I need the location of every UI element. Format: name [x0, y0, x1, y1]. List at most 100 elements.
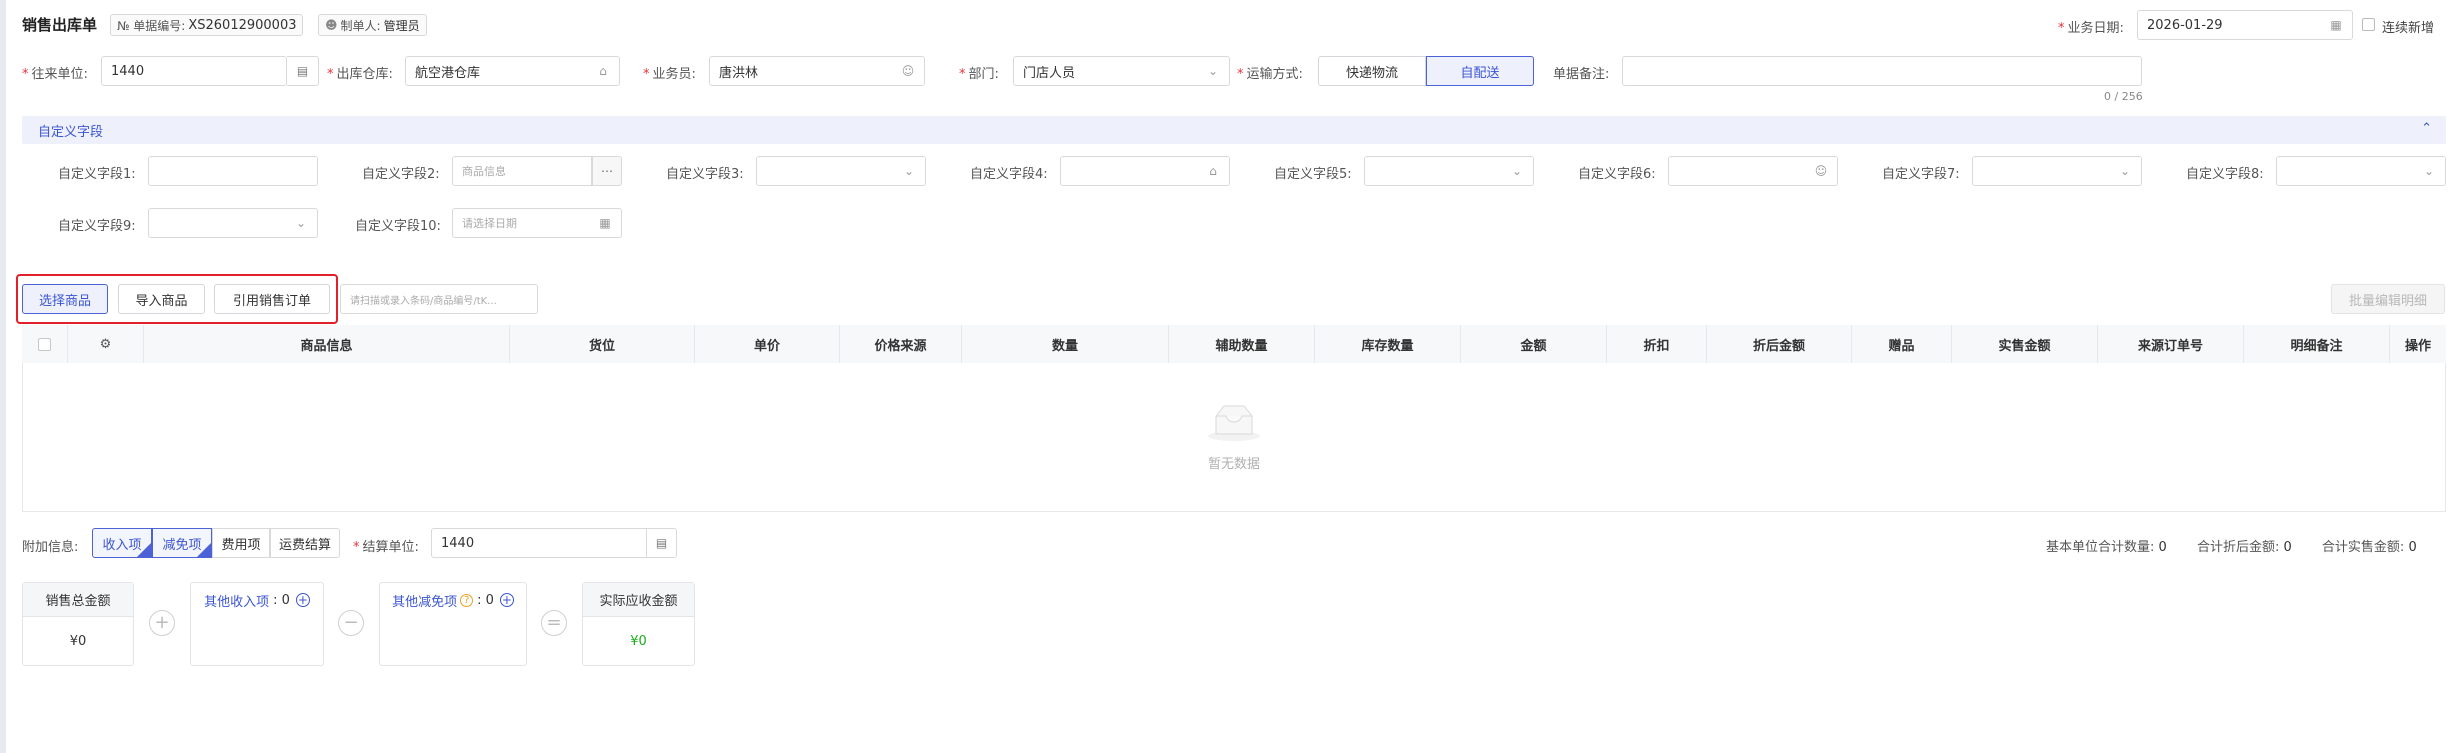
custom-field-5-select[interactable]: ⌄: [1364, 156, 1534, 186]
salesman-value: 唐洪林: [719, 65, 759, 81]
chevron-down-icon: ⌄: [1511, 164, 1523, 178]
batch-edit-button[interactable]: 批量编辑明细: [2331, 284, 2445, 314]
biz-date-label: * 业务日期:: [2058, 21, 2124, 36]
remark-input[interactable]: [1622, 56, 2142, 86]
remark-char-count: 0 / 256: [2104, 90, 2143, 103]
creator-label: 制单人:: [340, 18, 381, 33]
warehouse-label: * 出库仓库:: [327, 67, 393, 82]
settle-select-button[interactable]: ▤: [647, 528, 677, 558]
tab-freight[interactable]: 运费结算: [270, 528, 340, 558]
other-income-card: 其他收入项 : 0 +: [190, 582, 324, 666]
custom-section-title: 自定义字段: [38, 124, 104, 140]
remark-label: 单据备注:: [1553, 67, 1610, 82]
transport-express-button[interactable]: 快递物流: [1318, 56, 1426, 86]
warehouse-icon: ⌂: [599, 64, 607, 78]
dept-select[interactable]: 门店人员 ⌄: [1013, 56, 1230, 86]
actual-receivable-label: 实际应收金额: [583, 583, 694, 617]
custom-field-10-label: 自定义字段10:: [355, 219, 441, 234]
scan-input[interactable]: 请扫描或录入条码/商品编号/tK...: [340, 284, 538, 314]
custom-field-10-date[interactable]: 请选择日期 ▦: [452, 208, 622, 238]
extra-info-label: 附加信息:: [22, 540, 79, 555]
add-income-icon[interactable]: +: [295, 593, 310, 607]
col-stock-quantity: 库存数量: [1315, 325, 1461, 363]
settle-unit-input[interactable]: 1440: [431, 528, 647, 558]
person-icon: ☺: [901, 64, 915, 78]
custom-section-header[interactable]: 自定义字段 ⌃: [22, 116, 2446, 144]
salesman-label: * 业务员:: [643, 67, 696, 82]
custom-field-2-input[interactable]: 商品信息: [452, 156, 592, 186]
custom-field-2-placeholder: 商品信息: [462, 165, 506, 178]
plus-icon: +: [149, 610, 175, 636]
col-actual-amount: 实售金额: [1952, 325, 2098, 363]
other-deduction-header: 其他减免项 ? : 0 +: [380, 583, 526, 617]
other-deduction-label: 其他减免项: [392, 594, 458, 610]
ellipsis-icon: ⋯: [601, 164, 613, 178]
calendar-icon: ▦: [2330, 18, 2342, 32]
creator-badge: ☻ 制单人: 管理员: [318, 14, 427, 36]
custom-field-6-input[interactable]: ☺: [1668, 156, 1838, 186]
custom-field-1-label: 自定义字段1:: [58, 167, 136, 182]
user-icon: ☻: [325, 18, 338, 32]
page-title: 销售出库单: [22, 16, 98, 34]
custom-field-8-select[interactable]: ⌄: [2276, 156, 2446, 186]
other-income-value: : 0: [273, 592, 290, 608]
chevron-down-icon: ⌄: [1207, 64, 1219, 78]
left-border: [0, 0, 6, 753]
actual-total-label: 合计实售金额:: [2321, 540, 2405, 555]
other-deduction-value: : 0: [477, 592, 494, 608]
tab-income[interactable]: 收入项: [92, 528, 152, 558]
equals-icon: =: [541, 610, 567, 636]
collapse-icon[interactable]: ⌃: [2421, 121, 2432, 136]
tab-expense[interactable]: 费用项: [212, 528, 270, 558]
custom-field-6-label: 自定义字段6:: [1578, 167, 1656, 182]
document-icon: ▤: [296, 64, 309, 78]
discount-total-label: 合计折后金额:: [2196, 540, 2280, 555]
custom-field-1-input[interactable]: [148, 156, 318, 186]
custom-field-5-label: 自定义字段5:: [1274, 167, 1352, 182]
person-icon: ☺: [1814, 164, 1828, 178]
col-goods-info: 商品信息: [144, 325, 510, 363]
col-action: 操作: [2390, 325, 2446, 363]
ref-sales-order-button[interactable]: 引用销售订单: [214, 284, 330, 314]
custom-field-2-label: 自定义字段2:: [362, 167, 440, 182]
col-gift: 赠品: [1852, 325, 1952, 363]
partner-input[interactable]: 1440: [101, 56, 287, 86]
salesman-input[interactable]: 唐洪林 ☺: [709, 56, 925, 86]
sales-total-card: 销售总金额 ¥0: [22, 582, 134, 666]
settle-unit-value: 1440: [441, 535, 475, 551]
custom-field-4-input[interactable]: ⌂: [1060, 156, 1230, 186]
custom-field-3-label: 自定义字段3:: [666, 167, 744, 182]
add-deduction-icon[interactable]: +: [499, 593, 514, 607]
col-line-remark: 明细备注: [2244, 325, 2390, 363]
settle-unit-label: * 结算单位:: [353, 540, 419, 555]
custom-field-3-select[interactable]: ⌄: [756, 156, 926, 186]
custom-field-9-select[interactable]: ⌄: [148, 208, 318, 238]
transport-self-delivery-button[interactable]: 自配送: [1426, 56, 1534, 86]
sales-outbound-form: 销售出库单 № 单据编号: XS26012900003 ☻ 制单人: 管理员 *…: [0, 0, 2462, 753]
warehouse-icon: ⌂: [1209, 164, 1217, 178]
more-button[interactable]: ⋯: [592, 156, 622, 186]
custom-field-4-label: 自定义字段4:: [970, 167, 1048, 182]
chevron-down-icon: ⌄: [2119, 164, 2131, 178]
col-price-source: 价格来源: [840, 325, 962, 363]
warehouse-input[interactable]: 航空港仓库 ⌂: [405, 56, 620, 86]
partner-select-button[interactable]: ▤: [287, 56, 319, 86]
scan-placeholder: 请扫描或录入条码/商品编号/tK...: [350, 295, 497, 307]
actual-receivable-card: 实际应收金额 ¥0: [582, 582, 695, 666]
transport-label: * 运输方式:: [1237, 67, 1303, 82]
tab-deduction[interactable]: 减免项: [152, 528, 212, 558]
doc-no-value: XS26012900003: [188, 17, 297, 33]
other-deduction-card: 其他减免项 ? : 0 +: [379, 582, 527, 666]
custom-field-7-select[interactable]: ⌄: [1972, 156, 2142, 186]
import-goods-button[interactable]: 导入商品: [118, 284, 205, 314]
continuous-add-checkbox[interactable]: [2362, 18, 2375, 31]
document-icon: ▤: [655, 536, 668, 550]
doc-no-label: № 单据编号:: [117, 18, 186, 33]
select-goods-button[interactable]: 选择商品: [22, 284, 108, 314]
sales-total-value: ¥0: [69, 633, 87, 649]
help-icon[interactable]: ?: [460, 593, 474, 607]
col-unit-price: 单价: [695, 325, 840, 363]
select-all-checkbox[interactable]: [38, 337, 51, 351]
gear-icon[interactable]: ⚙: [100, 337, 112, 352]
biz-date-input[interactable]: 2026-01-29 ▦: [2137, 10, 2353, 40]
